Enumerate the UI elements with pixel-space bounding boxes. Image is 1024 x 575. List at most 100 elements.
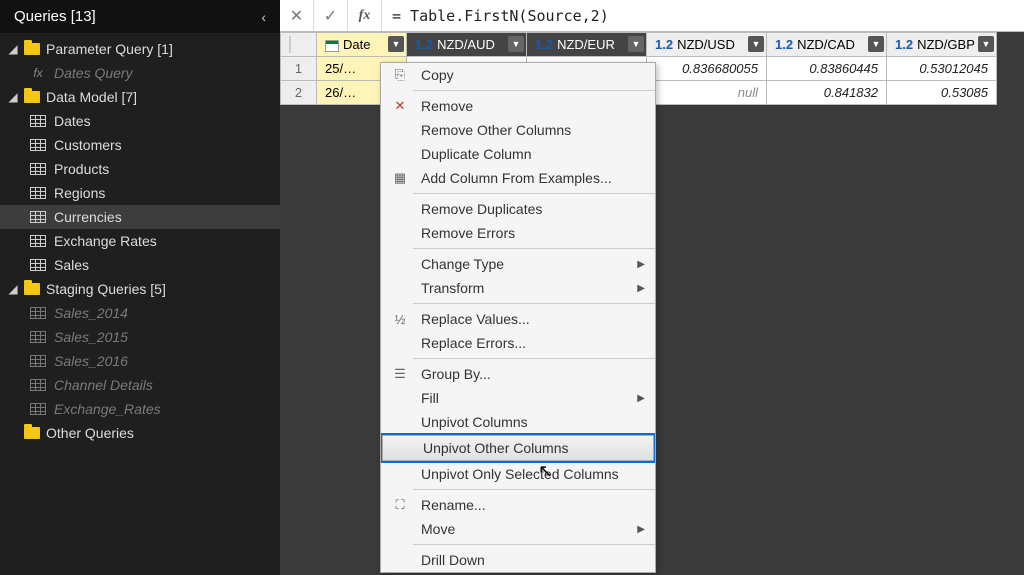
menu-item[interactable]: Remove Other Columns	[381, 118, 655, 142]
menu-item-label: Remove Duplicates	[421, 201, 542, 217]
menu-item[interactable]: Unpivot Only Selected Columns	[381, 462, 655, 486]
menu-item[interactable]: Remove Errors	[381, 221, 655, 245]
sidebar-item[interactable]: Sales	[0, 253, 280, 277]
formula-commit-button[interactable]: ✓	[314, 0, 348, 31]
group-label: Parameter Query [1]	[46, 41, 173, 57]
date-type-icon	[325, 40, 339, 52]
table-icon	[30, 307, 46, 319]
menu-item-label: Copy	[421, 67, 454, 83]
menu-item[interactable]: ✕ Remove	[381, 94, 655, 118]
column-header[interactable]: 1.2NZD/AUD▼	[407, 33, 527, 57]
column-label: NZD/EUR	[557, 37, 615, 52]
sidebar-group[interactable]: ◢Staging Queries [5]	[0, 277, 280, 301]
sidebar-group[interactable]: ◢Data Model [7]	[0, 85, 280, 109]
sidebar-item-label: Sales_2016	[54, 353, 128, 369]
formula-fx-button[interactable]: fx	[348, 0, 382, 31]
row-number[interactable]: 2	[281, 81, 317, 105]
grid-cell[interactable]: 0.83860445	[767, 57, 887, 81]
menu-item-label: Replace Errors...	[421, 335, 526, 351]
menu-item[interactable]: ☰Group By...	[381, 362, 655, 386]
formula-input[interactable]	[382, 0, 1024, 31]
sidebar-item[interactable]: Sales_2016	[0, 349, 280, 373]
sidebar-item[interactable]: Exchange_Rates	[0, 397, 280, 421]
table-icon	[30, 115, 46, 127]
column-filter-dropdown[interactable]: ▼	[978, 36, 994, 52]
sidebar-item[interactable]: Regions	[0, 181, 280, 205]
column-filter-dropdown[interactable]: ▼	[628, 36, 644, 52]
menu-item-label: Change Type	[421, 256, 504, 272]
menu-separator	[413, 248, 655, 249]
num-type-icon: 1.2	[415, 37, 433, 52]
sidebar-item[interactable]: Sales_2014	[0, 301, 280, 325]
sidebar-item[interactable]: Customers	[0, 133, 280, 157]
menu-separator	[413, 193, 655, 194]
sidebar-collapse-icon[interactable]: ‹	[261, 9, 266, 25]
menu-item-label: Unpivot Other Columns	[423, 440, 569, 456]
table-icon	[30, 211, 46, 223]
sidebar-item[interactable]: Currencies	[0, 205, 280, 229]
formula-cancel-button[interactable]: ✕	[280, 0, 314, 31]
menu-item[interactable]: Remove Duplicates	[381, 197, 655, 221]
column-header[interactable]: 1.2NZD/USD▼	[647, 33, 767, 57]
grid-cell[interactable]: 0.53085	[887, 81, 997, 105]
column-context-menu[interactable]: ⎘ Copy ✕ Remove Remove Other ColumnsDuplicat…	[380, 62, 656, 573]
column-header[interactable]: 1.2NZD/EUR▼	[527, 33, 647, 57]
sidebar-item[interactable]: Exchange Rates	[0, 229, 280, 253]
sidebar-item-label: Sales	[54, 257, 89, 273]
group-label: Staging Queries [5]	[46, 281, 166, 297]
formula-bar: ✕ ✓ fx	[280, 0, 1024, 32]
menu-item[interactable]: Move	[381, 517, 655, 541]
column-filter-dropdown[interactable]: ▼	[748, 36, 764, 52]
folder-icon	[24, 91, 40, 103]
column-filter-dropdown[interactable]: ▼	[508, 36, 524, 52]
grid-cell[interactable]: 0.836680055	[647, 57, 767, 81]
sidebar-item-label: Customers	[54, 137, 122, 153]
column-header[interactable]: Date▼	[317, 33, 407, 57]
grid-cell[interactable]: 0.841832	[767, 81, 887, 105]
menu-item[interactable]: ⛶Rename...	[381, 493, 655, 517]
sidebar-item[interactable]: Products	[0, 157, 280, 181]
sidebar-item[interactable]: Sales_2015	[0, 325, 280, 349]
sidebar-item[interactable]: Dates	[0, 109, 280, 133]
row-number[interactable]: 1	[281, 57, 317, 81]
grid-cell[interactable]: null	[647, 81, 767, 105]
sidebar-item-label: Sales_2014	[54, 305, 128, 321]
menu-separator	[413, 358, 655, 359]
grid-cell[interactable]: 0.53012045	[887, 57, 997, 81]
num-type-icon: 1.2	[775, 37, 793, 52]
column-header[interactable]: 1.2NZD/GBP▼	[887, 33, 997, 57]
menu-item[interactable]: ▦Add Column From Examples...	[381, 166, 655, 190]
sidebar-group[interactable]: Other Queries	[0, 421, 280, 445]
sidebar-group[interactable]: ◢Parameter Query [1]	[0, 37, 280, 61]
table-icon	[30, 331, 46, 343]
menu-item[interactable]: ½Replace Values...	[381, 307, 655, 331]
menu-item[interactable]: Drill Down	[381, 548, 655, 572]
menu-item[interactable]: Replace Errors...	[381, 331, 655, 355]
grid-corner[interactable]	[281, 33, 317, 57]
menu-item[interactable]: Change Type	[381, 252, 655, 276]
menu-item[interactable]: Unpivot Other Columns	[383, 436, 653, 460]
column-header[interactable]: 1.2NZD/CAD▼	[767, 33, 887, 57]
menu-item[interactable]: Fill	[381, 386, 655, 410]
sidebar-item[interactable]: Channel Details	[0, 373, 280, 397]
menu-item[interactable]: Unpivot Columns	[381, 410, 655, 434]
column-filter-dropdown[interactable]: ▼	[388, 36, 404, 52]
menu-item[interactable]: Transform	[381, 276, 655, 300]
sidebar-item[interactable]: fxDates Query	[0, 61, 280, 85]
menu-item-label: Remove	[421, 98, 473, 114]
menu-item[interactable]: ⎘ Copy	[381, 63, 655, 87]
sidebar-header[interactable]: Queries [13] ‹	[0, 0, 280, 33]
menu-item-label: Move	[421, 521, 455, 537]
menu-item-icon: ✕	[389, 98, 411, 114]
sidebar-item-label: Regions	[54, 185, 105, 201]
fx-icon: fx	[30, 66, 46, 80]
column-filter-dropdown[interactable]: ▼	[868, 36, 884, 52]
folder-icon	[24, 283, 40, 295]
num-type-icon: 1.2	[655, 37, 673, 52]
menu-separator	[413, 544, 655, 545]
menu-item[interactable]: Duplicate Column	[381, 142, 655, 166]
menu-item-icon: ⎘	[389, 67, 411, 83]
menu-item-label: Fill	[421, 390, 439, 406]
table-icon	[30, 235, 46, 247]
menu-item-label: Rename...	[421, 497, 486, 513]
